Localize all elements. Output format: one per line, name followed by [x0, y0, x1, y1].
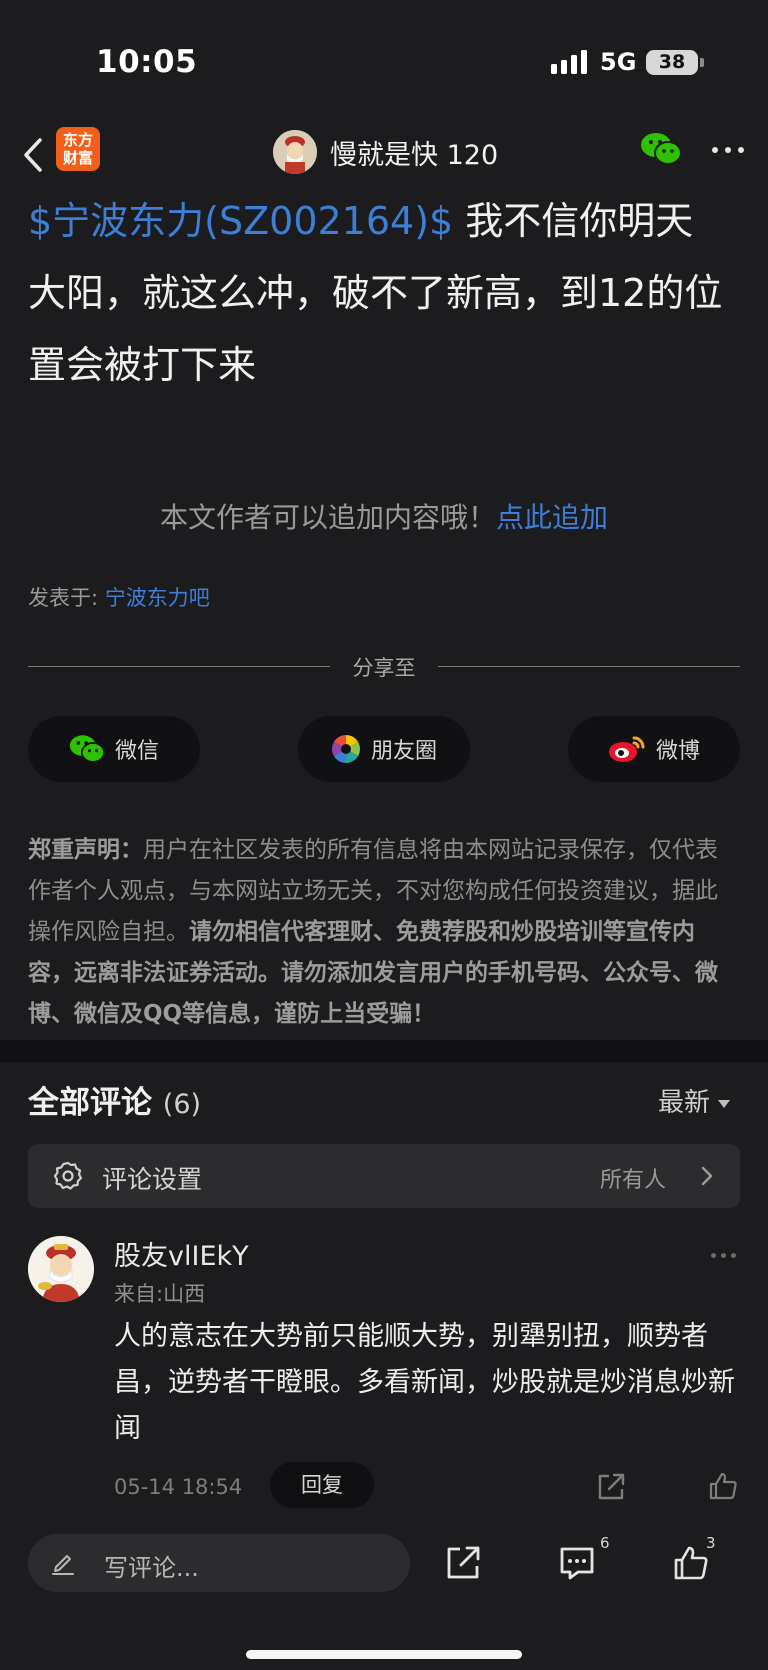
post-content: $宁波东力(SZ002164)$ 我不信你明天大阳，就这么冲，破不了新高，到12… — [28, 185, 728, 401]
app-logo-line1: 东方 — [62, 131, 93, 149]
share-divider-right — [438, 666, 740, 667]
post-detail-page: 10:05 5G 38 东方 财富 慢就是快 120 $宁波东力(SZ00216… — [0, 0, 768, 1670]
avatar-figure-icon — [273, 130, 317, 174]
share-weibo-button[interactable]: 微博 — [568, 716, 740, 782]
stock-tag-link[interactable]: $宁波东力(SZ002164)$ — [28, 199, 453, 243]
append-hint: 本文作者可以追加内容哦！点此追加 — [0, 496, 768, 536]
comment-settings-value: 所有人 — [599, 1168, 666, 1193]
disclaimer-title: 郑重声明： — [28, 837, 143, 863]
posted-in-label: 发表于: — [28, 586, 105, 610]
write-comment-input[interactable]: 写评论... — [28, 1534, 410, 1592]
gear-icon — [53, 1161, 83, 1190]
share-wechat-button[interactable]: 微信 — [28, 716, 200, 782]
comment-item: 股友vlIEkY 来自:山西 人的意志在大势前只能顺大势，别犟别扭，顺势者昌，逆… — [0, 1222, 768, 1522]
append-link[interactable]: 点此追加 — [496, 501, 608, 534]
append-hint-text: 本文作者可以追加内容哦！ — [159, 501, 496, 534]
share-moments-button[interactable]: 朋友圈 — [298, 716, 470, 782]
network-type: 5G — [600, 48, 637, 76]
comments-title: 全部评论 (6) — [28, 1077, 201, 1122]
author-name[interactable]: 慢就是快 120 — [330, 133, 498, 172]
battery-level: 38 — [658, 51, 686, 73]
avatar-figure-icon — [28, 1236, 94, 1302]
commenter-avatar[interactable] — [28, 1236, 94, 1302]
share-icon[interactable] — [596, 1472, 626, 1502]
comment-settings-row[interactable]: 评论设置 所有人 — [28, 1144, 740, 1208]
back-icon[interactable] — [14, 130, 54, 180]
comment-sort-dropdown[interactable]: 最新 — [658, 1082, 731, 1119]
comment-settings-label: 评论设置 — [102, 1165, 203, 1194]
posted-in: 发表于: 宁波东力吧 — [28, 582, 210, 612]
forum-link[interactable]: 宁波东力吧 — [105, 586, 210, 610]
share-moments-label: 朋友圈 — [370, 739, 437, 764]
chevron-right-icon — [701, 1166, 713, 1186]
disclaimer: 郑重声明：用户在社区发表的所有信息将由本网站记录保存，仅代表作者个人观点，与本网… — [28, 830, 740, 1035]
commenter-name[interactable]: 股友vlIEkY — [114, 1234, 249, 1273]
more-options-icon[interactable] — [710, 144, 746, 156]
like-count-badge: 3 — [706, 1534, 716, 1552]
pen-icon — [52, 1555, 74, 1575]
status-bar: 10:05 5G 38 — [0, 0, 768, 110]
status-time: 10:05 — [96, 44, 198, 80]
share-label: 分享至 — [352, 656, 416, 680]
section-divider — [0, 1040, 768, 1062]
comment-more-icon[interactable] — [709, 1252, 739, 1260]
comments-count: (6) — [162, 1089, 202, 1120]
moments-icon — [332, 735, 360, 763]
comment-count-badge: 6 — [600, 1534, 610, 1552]
battery-cap — [700, 58, 704, 67]
weibo-icon — [608, 736, 645, 762]
share-icon[interactable] — [444, 1544, 482, 1582]
share-wechat-label: 微信 — [114, 739, 159, 764]
signal-icon — [551, 50, 591, 74]
comment-time: 05-14 18:54 — [114, 1475, 243, 1499]
wechat-icon — [69, 735, 105, 763]
reply-button[interactable]: 回复 — [270, 1462, 374, 1508]
app-logo-line2: 财富 — [62, 149, 93, 167]
battery-icon: 38 — [646, 50, 698, 75]
commenter-location: 来自:山西 — [114, 1282, 206, 1306]
caret-down-icon — [718, 1099, 731, 1108]
wechat-share-icon[interactable] — [640, 132, 682, 166]
comments-title-text: 全部评论 — [28, 1085, 152, 1121]
comment-text: 人的意志在大势前只能顺大势，别犟别扭，顺势者昌，逆势者干瞪眼。多看新闻，炒股就是… — [114, 1321, 735, 1444]
thumbs-up-icon[interactable] — [707, 1470, 739, 1502]
comment-icon[interactable] — [558, 1544, 596, 1582]
thumbs-up-icon[interactable] — [672, 1544, 710, 1582]
comment-placeholder: 写评论... — [104, 1554, 199, 1582]
author-avatar[interactable] — [273, 130, 317, 174]
app-logo[interactable]: 东方 财富 — [56, 127, 100, 171]
share-weibo-label: 微博 — [655, 739, 700, 764]
bottom-action-bar: 写评论... 6 3 — [0, 1520, 768, 1670]
sort-label: 最新 — [658, 1088, 711, 1118]
home-indicator — [246, 1650, 522, 1659]
